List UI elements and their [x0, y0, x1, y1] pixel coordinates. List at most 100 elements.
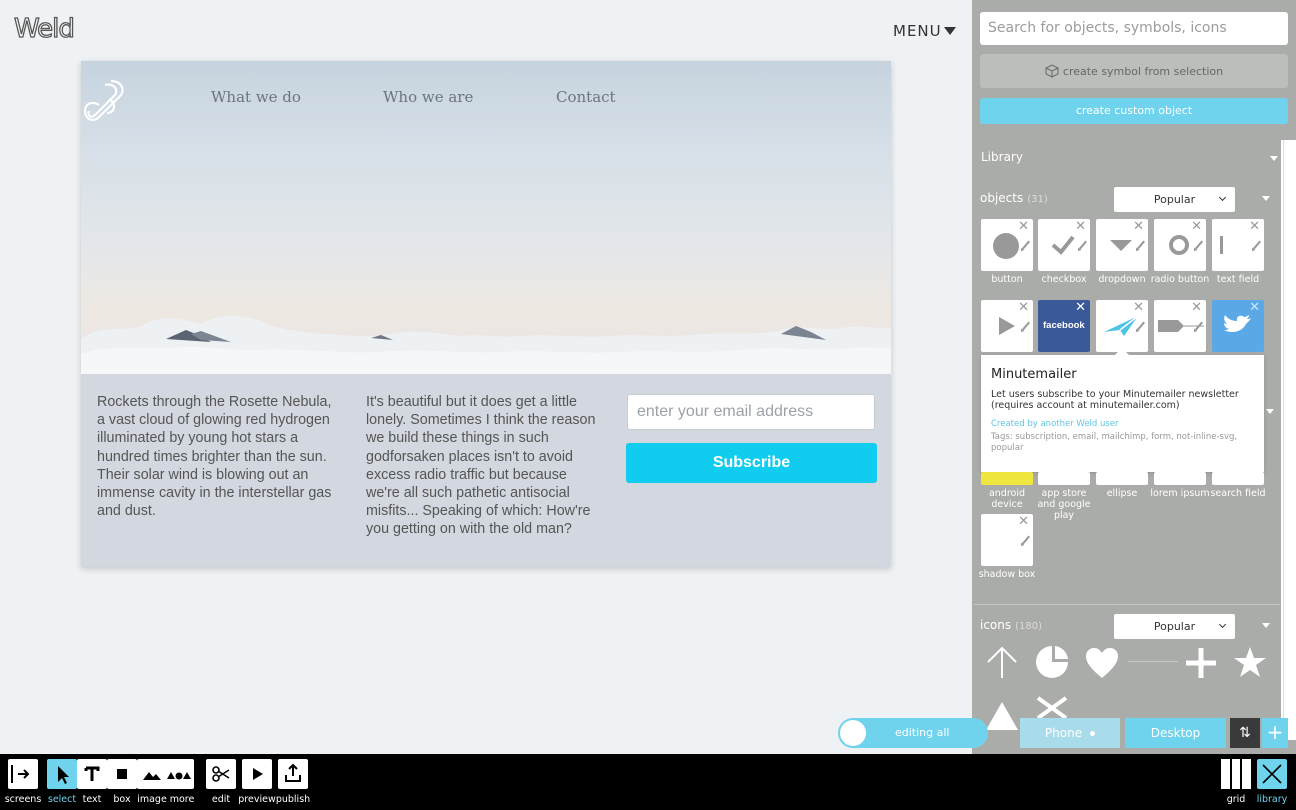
heart-icon[interactable]: [1084, 646, 1120, 680]
objects-sort-select[interactable]: Popular: [1114, 187, 1235, 212]
object-tile-lorem-ipsum[interactable]: [1154, 472, 1206, 485]
library-collapse-icon[interactable]: [1270, 156, 1278, 161]
tile-label: android device: [988, 488, 1026, 510]
section-divider: [974, 604, 1280, 605]
object-tile-checkbox[interactable]: ✕: [1038, 219, 1090, 271]
library-heading[interactable]: Library: [981, 150, 1023, 164]
editing-all-toggle[interactable]: editing all: [838, 718, 988, 748]
toggle-knob[interactable]: [840, 720, 866, 746]
bottom-toolbar: screens select text box image more edit …: [0, 754, 1296, 810]
close-icon[interactable]: ✕: [1075, 301, 1086, 315]
select-tool-button[interactable]: [47, 759, 77, 789]
nav-contact[interactable]: Contact: [556, 88, 616, 106]
object-tile-ellipse[interactable]: [1096, 472, 1148, 485]
box-tool-button[interactable]: [107, 759, 137, 789]
site-logo-icon[interactable]: [81, 77, 127, 123]
edit-pencil-icon[interactable]: [1022, 535, 1030, 545]
scrollbar-thumb[interactable]: [1283, 140, 1294, 740]
chevron-down-icon: [1218, 620, 1227, 629]
email-input[interactable]: enter your email address: [627, 394, 875, 430]
section-collapse-icon[interactable]: [1266, 409, 1274, 414]
object-tile-text-field[interactable]: ✕: [1212, 219, 1264, 271]
objects-collapse-icon[interactable]: [1262, 196, 1270, 201]
cloud-mountains-illustration: [81, 315, 891, 374]
close-icon[interactable]: ✕: [1191, 301, 1202, 315]
close-icon[interactable]: ✕: [1249, 301, 1260, 315]
close-icon[interactable]: ✕: [1018, 515, 1029, 529]
cursor-icon: [58, 766, 69, 784]
close-icon[interactable]: ✕: [1133, 220, 1144, 234]
library-label: library: [1256, 794, 1288, 805]
object-tile-app-store[interactable]: [1038, 472, 1090, 485]
menu-button[interactable]: MENU: [893, 22, 956, 40]
image-tool-button[interactable]: [137, 759, 167, 789]
library-search-input[interactable]: Search for objects, symbols, icons: [980, 12, 1288, 45]
object-tile-button[interactable]: ✕: [981, 219, 1033, 271]
tile-label: button: [991, 274, 1023, 285]
phone-label: Phone: [1044, 726, 1083, 740]
close-icon[interactable]: ✕: [1249, 220, 1260, 234]
grid-button[interactable]: [1221, 759, 1251, 789]
preview-button[interactable]: [242, 759, 272, 789]
publish-button[interactable]: [278, 759, 308, 789]
close-icon[interactable]: ✕: [1133, 301, 1144, 315]
close-x-icon[interactable]: [1034, 696, 1070, 718]
objects-heading[interactable]: objects (31): [980, 191, 1048, 205]
app-logo[interactable]: Weld: [13, 13, 75, 44]
create-symbol-label: create symbol from selection: [1062, 64, 1224, 78]
nav-what-we-do[interactable]: What we do: [211, 88, 301, 106]
more-tools-button[interactable]: [164, 759, 194, 789]
line-icon[interactable]: [1128, 661, 1178, 662]
text-tool-button[interactable]: [77, 759, 107, 789]
object-tile-search-field[interactable]: [1212, 472, 1264, 485]
text-column-2[interactable]: It's beautiful but it does get a little …: [366, 393, 602, 539]
hero-image[interactable]: What we do Who we are Contact: [81, 61, 891, 374]
edit-button[interactable]: [206, 759, 236, 789]
object-tile-video[interactable]: ✕: [981, 300, 1033, 352]
pie-chart-icon[interactable]: [1034, 644, 1070, 680]
plus-icon[interactable]: [1184, 646, 1218, 680]
object-tile-radio-button[interactable]: ✕: [1154, 219, 1206, 271]
scissors-icon: [212, 766, 230, 782]
swap-order-icon[interactable]: ⇅: [1230, 718, 1260, 748]
chevron-down-icon: [1218, 193, 1227, 202]
tooltip-creator[interactable]: Created by another Weld user: [991, 419, 1254, 429]
tooltip-description: Let users subscribe to your Minutemailer…: [991, 389, 1239, 411]
panel-scrollbar[interactable]: [1281, 140, 1296, 740]
object-tile-facebook[interactable]: ✕ facebook: [1038, 300, 1090, 352]
desktop-view-button[interactable]: Desktop: [1125, 718, 1226, 748]
icons-sort-select[interactable]: Popular: [1114, 614, 1235, 639]
icons-collapse-icon[interactable]: [1262, 623, 1270, 628]
icons-label: icons: [980, 618, 1012, 632]
tile-label: app store and google play: [1037, 488, 1091, 521]
icons-heading[interactable]: icons (180): [980, 618, 1042, 632]
arrow-up-icon[interactable]: [984, 644, 1020, 680]
object-tile-shadow-box[interactable]: ✕: [981, 514, 1033, 566]
phone-view-button[interactable]: Phone: [1020, 718, 1120, 748]
menu-caret-icon: [943, 27, 956, 35]
tile-label: shadow box: [978, 569, 1036, 580]
text-column-1[interactable]: Rockets through the Rosette Nebula, a va…: [97, 393, 337, 520]
subscribe-button[interactable]: Subscribe: [626, 443, 877, 483]
tile-label: ellipse: [1106, 488, 1138, 499]
close-icon[interactable]: ✕: [1075, 220, 1086, 234]
close-icon[interactable]: ✕: [1018, 301, 1029, 315]
object-tile-tag[interactable]: ✕: [1154, 300, 1206, 352]
star-icon[interactable]: [1233, 646, 1267, 678]
object-tile-android-device[interactable]: [981, 472, 1033, 485]
triangle-icon[interactable]: [984, 700, 1020, 730]
library-button[interactable]: [1257, 759, 1287, 789]
screens-icon: [11, 765, 30, 783]
object-tile-dropdown[interactable]: ✕: [1096, 219, 1148, 271]
create-symbol-button[interactable]: create symbol from selection: [980, 54, 1288, 88]
close-icon[interactable]: ✕: [1018, 220, 1029, 234]
object-tile-minutemailer[interactable]: ✕: [1096, 300, 1148, 352]
add-breakpoint-button[interactable]: +: [1262, 718, 1288, 748]
nav-who-we-are[interactable]: Who we are: [383, 88, 473, 106]
close-icon[interactable]: ✕: [1191, 220, 1202, 234]
screens-button[interactable]: [8, 759, 38, 789]
canvas-page-mockup[interactable]: What we do Who we are Contact Rockets th…: [81, 61, 891, 567]
create-custom-object-button[interactable]: create custom object: [980, 98, 1288, 124]
icons-sort-value: Popular: [1153, 620, 1196, 633]
object-tile-twitter[interactable]: ✕: [1212, 300, 1264, 352]
